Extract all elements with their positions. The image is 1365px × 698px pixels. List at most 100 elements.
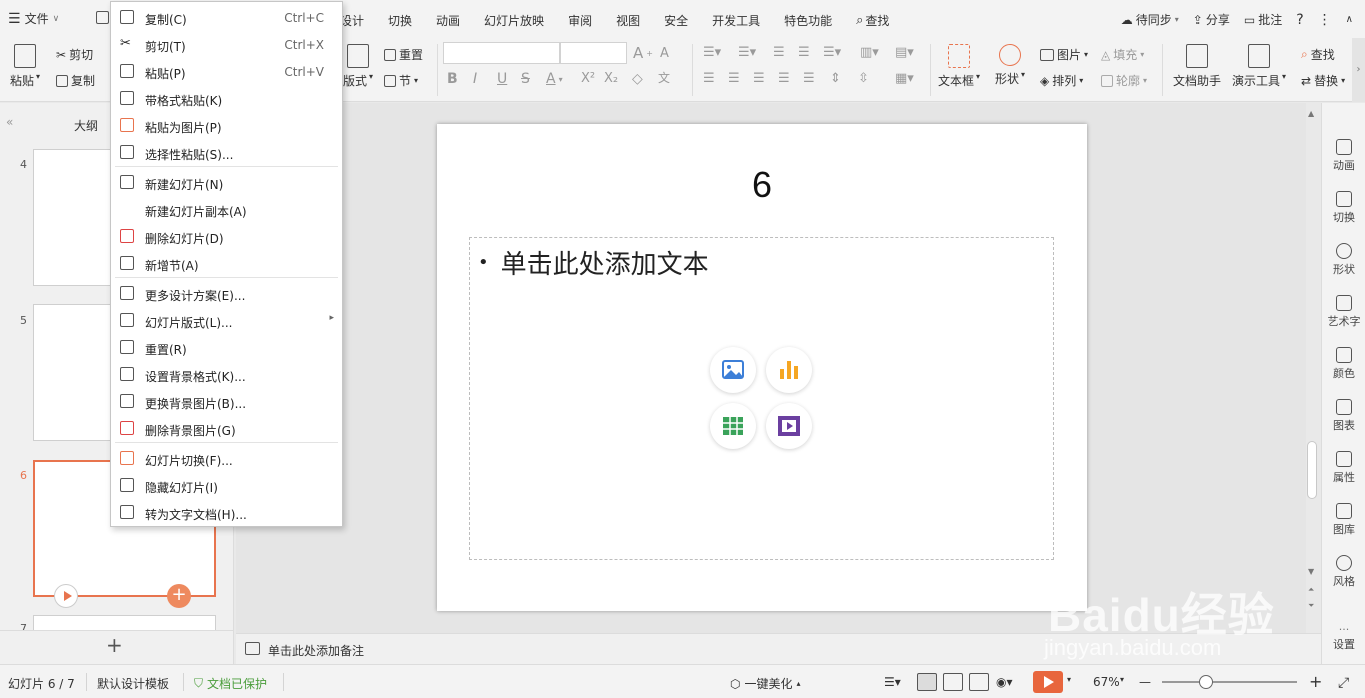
text-box-align-icon[interactable]: ▦▾ (895, 71, 914, 86)
justify-icon[interactable]: ☰ (778, 71, 790, 86)
outline-button[interactable]: 轮廓 ▾ (1101, 72, 1147, 89)
beautify-button[interactable]: ⬡ 一键美化 ▴ (730, 675, 801, 692)
menu-item-delete-background[interactable]: 删除背景图片(G) (111, 415, 342, 442)
save-icon[interactable] (96, 11, 109, 24)
bullet-list-icon[interactable]: ☰▾ (703, 45, 721, 60)
menu-item-paste[interactable]: 粘贴(P) Ctrl+V (111, 58, 342, 85)
menu-item-change-background[interactable]: 更换背景图片(B)... (111, 388, 342, 415)
play-slide-icon[interactable] (54, 584, 78, 608)
insert-table-button[interactable] (710, 403, 756, 449)
more-icon[interactable]: ⋮ (1318, 12, 1332, 28)
presentation-tools-button[interactable]: 演示工具 ▾ (1232, 44, 1286, 89)
next-slide-icon[interactable]: ⏷ (1308, 601, 1314, 611)
canvas-scroll-thumb[interactable] (1307, 441, 1317, 499)
columns-icon[interactable]: ▥▾ (860, 45, 879, 60)
distribute-icon[interactable]: ☰ (803, 71, 815, 86)
find-button[interactable]: ⌕ 查找 (1301, 46, 1335, 63)
scroll-down-icon[interactable]: ▼ (1308, 567, 1314, 576)
collapse-ribbon-icon[interactable]: ∧ (1346, 14, 1353, 25)
canvas-scrollbar[interactable]: ▲ ▼ ⏶ ⏷ (1306, 103, 1320, 633)
section-button[interactable]: 节 ▾ (384, 72, 418, 89)
current-slide[interactable]: 6 • 单击此处添加文本 (437, 124, 1087, 611)
ribbon-scroll-right-icon[interactable]: › (1352, 38, 1365, 102)
cut-button[interactable]: ✂ 剪切 (56, 46, 93, 63)
menu-item-paste-with-format[interactable]: 带格式粘贴(K) (111, 85, 342, 112)
tab-review[interactable]: 审阅 (568, 12, 592, 29)
notes-toggle-icon[interactable]: ☰▾ (884, 675, 901, 689)
numbered-list-icon[interactable]: ☰▾ (738, 45, 756, 60)
document-protected[interactable]: ⛉ 文档已保护 (194, 675, 267, 692)
search-tab[interactable]: ⌕ 查找 (856, 12, 889, 29)
underline-button[interactable]: U (497, 71, 507, 87)
menu-item-more-designs[interactable]: 更多设计方案(E)... (111, 280, 342, 307)
copy-button[interactable]: 复制 (56, 72, 95, 89)
menu-item-slide-transition[interactable]: 幻灯片切换(F)... (111, 445, 342, 472)
paste-button[interactable]: 粘贴 ▾ (10, 44, 40, 89)
fit-window-icon[interactable]: ⤢ (1338, 675, 1349, 691)
slide-sorter-icon[interactable] (943, 673, 963, 691)
menu-item-reset[interactable]: 重置(R) (111, 334, 342, 361)
tab-slideshow[interactable]: 幻灯片放映 (484, 12, 544, 29)
insert-picture-button[interactable] (710, 347, 756, 393)
pane-transition[interactable]: 切换 (1322, 191, 1365, 225)
previous-slide-icon[interactable]: ⏶ (1308, 585, 1314, 595)
pane-style[interactable]: 风格 (1322, 555, 1365, 589)
sync-button[interactable]: ☁ 待同步 ▾ (1121, 11, 1179, 28)
pane-shape[interactable]: 形状 (1322, 243, 1365, 277)
text-direction-icon[interactable]: ▤▾ (895, 45, 914, 60)
tab-view[interactable]: 视图 (616, 12, 640, 29)
tab-animation[interactable]: 动画 (436, 12, 460, 29)
menu-item-new-slide[interactable]: 新建幻灯片(N) (111, 169, 342, 196)
pane-color[interactable]: 颜色 (1322, 347, 1365, 381)
shape-button[interactable]: 形状 ▾ (995, 44, 1025, 87)
tab-transition[interactable]: 切换 (388, 12, 412, 29)
line-spacing-icon[interactable]: ☰▾ (823, 45, 841, 60)
font-name-select[interactable] (443, 42, 560, 64)
phonetic-icon[interactable]: 文 (658, 69, 670, 86)
slide-title[interactable]: 6 (437, 164, 1087, 206)
decrease-font-button[interactable]: A (660, 46, 669, 61)
menu-item-new-section[interactable]: 新增节(A) (111, 250, 342, 277)
italic-button[interactable]: I (473, 71, 477, 87)
file-menu[interactable]: ☰ 文件 ∨ (8, 10, 59, 27)
align-right-icon[interactable]: ☰ (753, 71, 765, 86)
tab-features[interactable]: 特色功能 (784, 12, 832, 29)
picture-button[interactable]: 图片 ▾ (1040, 46, 1088, 63)
slide-thumbnail-7[interactable] (33, 615, 216, 631)
insert-chart-button[interactable] (766, 347, 812, 393)
pane-wordart[interactable]: 艺术字 (1322, 295, 1365, 329)
menu-item-paste-special[interactable]: 选择性粘贴(S)... (111, 139, 342, 166)
menu-item-cut[interactable]: ✂ 剪切(T) Ctrl+X (111, 31, 342, 58)
comment-button[interactable]: ▭ 批注 (1244, 11, 1282, 28)
bold-button[interactable]: B (447, 71, 458, 87)
increase-indent-icon[interactable]: ☰ (798, 45, 810, 60)
reset-button[interactable]: 重置 (384, 46, 423, 63)
tab-developer[interactable]: 开发工具 (712, 12, 760, 29)
vertical-align-icon[interactable]: ⇳ (858, 71, 869, 86)
paragraph-spacing-icon[interactable]: ⇕ (830, 71, 841, 86)
menu-item-convert-to-word[interactable]: 转为文字文档(H)... (111, 499, 342, 526)
pane-chart[interactable]: 图表 (1322, 399, 1365, 433)
align-center-icon[interactable]: ☰ (728, 71, 740, 86)
fill-button[interactable]: ◬ 填充 ▾ (1101, 46, 1144, 63)
menu-item-copy[interactable]: 复制(C) Ctrl+C (111, 4, 342, 31)
arrange-button[interactable]: ◈ 排列 ▾ (1040, 72, 1083, 89)
notes-placeholder[interactable]: 单击此处添加备注 (268, 642, 364, 659)
subscript-icon[interactable]: X₂ (604, 71, 618, 86)
zoom-slider-knob[interactable] (1199, 675, 1213, 689)
pane-gallery[interactable]: 图库 (1322, 503, 1365, 537)
pane-settings[interactable]: ··· 设置 (1322, 623, 1365, 652)
strikethrough-button[interactable]: S (521, 71, 530, 87)
tab-design[interactable]: 设计 (340, 12, 364, 29)
menu-item-background-format[interactable]: 设置背景格式(K)... (111, 361, 342, 388)
chevron-down-icon[interactable]: ▾ (1067, 675, 1071, 684)
font-size-select[interactable] (560, 42, 627, 64)
slideshow-play-button[interactable] (1033, 671, 1063, 693)
clear-format-icon[interactable]: ◇ (632, 71, 643, 87)
font-color-button[interactable]: A ▾ (546, 71, 563, 87)
menu-item-slide-layout[interactable]: 幻灯片版式(L)... ▸ (111, 307, 342, 334)
collapse-panel-icon[interactable]: « (6, 115, 13, 129)
increase-font-button[interactable]: A + (633, 44, 653, 62)
decrease-indent-icon[interactable]: ☰ (773, 45, 785, 60)
zoom-out-button[interactable]: — (1139, 675, 1151, 689)
